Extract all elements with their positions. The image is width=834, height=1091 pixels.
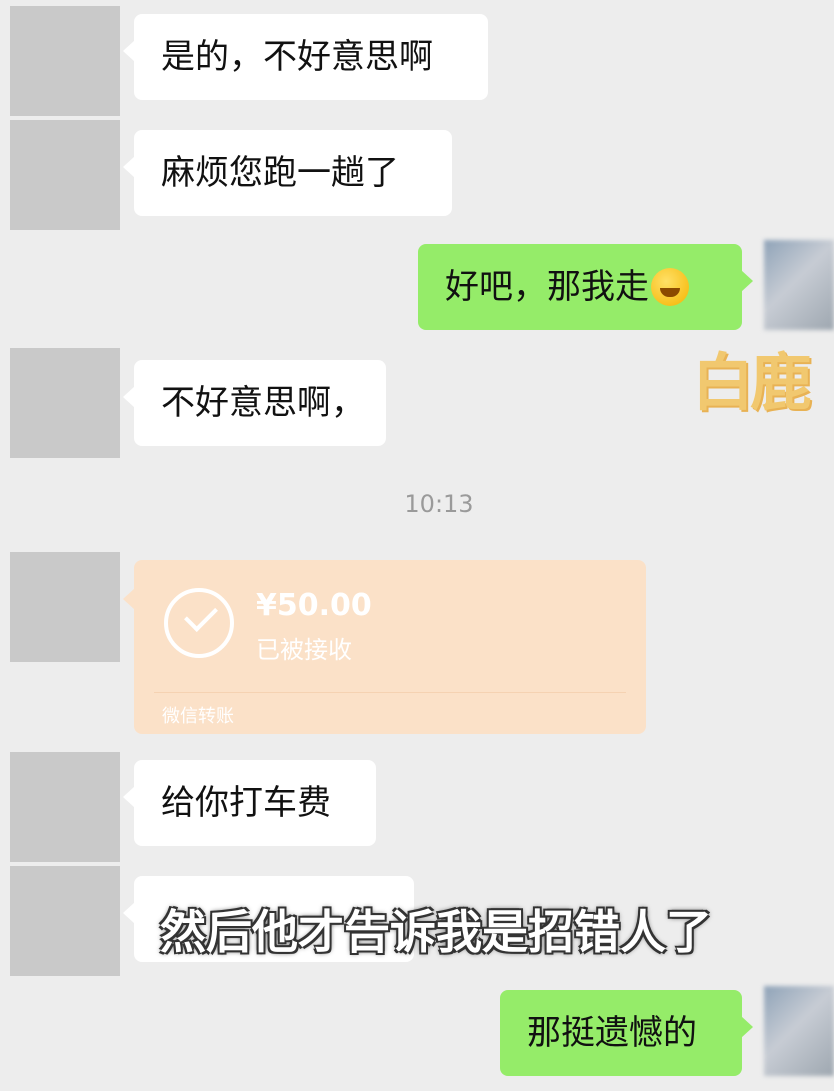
message-bubble[interactable]: 是的，不好意思啊 — [123, 14, 488, 100]
message-text: 麻烦您跑一趟了 — [161, 153, 399, 193]
message-text: 是的，不好意思啊 — [161, 37, 433, 77]
transfer-divider — [154, 692, 626, 693]
message-bubble[interactable]: 麻烦您跑一趟了 — [123, 130, 452, 216]
contact-avatar[interactable] — [10, 752, 120, 862]
contact-avatar[interactable] — [10, 120, 120, 230]
transfer-amount: ¥50.00 — [256, 588, 372, 623]
rolling-laughing-emoji-icon — [651, 268, 689, 306]
channel-watermark: 白鹿 — [692, 346, 812, 419]
message-text: 不好意思啊， — [161, 383, 365, 423]
check-circle-icon — [164, 588, 234, 658]
transfer-status: 已被接收 — [256, 636, 352, 664]
transfer-card[interactable]: ¥50.00 已被接收 微信转账 — [123, 560, 646, 734]
message-text: 好吧，那我走 — [445, 267, 649, 307]
user-avatar[interactable] — [764, 240, 834, 330]
contact-avatar[interactable] — [10, 866, 120, 976]
message-text: 给你打车费 — [161, 783, 331, 823]
video-subtitle: 然后他才告诉我是招错人了 — [160, 905, 712, 959]
message-bubble[interactable]: 好吧，那我走 — [418, 244, 753, 330]
contact-avatar[interactable] — [10, 552, 120, 662]
message-bubble[interactable]: 不好意思啊， — [123, 360, 386, 446]
message-bubble[interactable]: 给你打车费 — [123, 760, 376, 846]
user-avatar[interactable] — [764, 986, 834, 1076]
message-timestamp: 10:13 — [404, 490, 474, 518]
transfer-footer: 微信转账 — [162, 706, 234, 727]
message-bubble[interactable]: 那挺遗憾的 — [500, 990, 753, 1076]
contact-avatar[interactable] — [10, 6, 120, 116]
contact-avatar[interactable] — [10, 348, 120, 458]
message-text: 那挺遗憾的 — [527, 1013, 697, 1053]
